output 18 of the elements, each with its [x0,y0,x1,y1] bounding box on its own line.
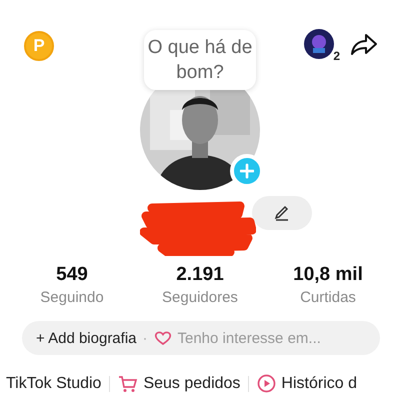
plus-icon [240,163,254,179]
avatar-badge-icon[interactable] [304,29,334,59]
cart-icon [118,374,138,392]
stat-value[interactable]: 10,8 mil [293,264,363,286]
shortcut-link[interactable]: Histórico d [281,374,357,392]
add-bio-link[interactable]: + Add biografia [36,330,136,346]
shortcut-link[interactable]: Seus pedidos [143,374,240,392]
stat-value[interactable]: 549 [56,264,88,286]
heart-icon [154,330,172,346]
shortcut-link[interactable]: TikTok Studio [6,374,102,392]
notification-count: 2 [332,49,341,63]
play-icon [257,374,276,393]
pencil-icon [273,204,291,222]
share-icon[interactable] [350,33,378,57]
edit-profile-button[interactable] [252,196,312,230]
stat-value[interactable]: 2.191 [176,264,224,286]
status-speech-bubble[interactable]: O que há de bom? [144,30,256,90]
separator-dot: · [142,330,148,346]
